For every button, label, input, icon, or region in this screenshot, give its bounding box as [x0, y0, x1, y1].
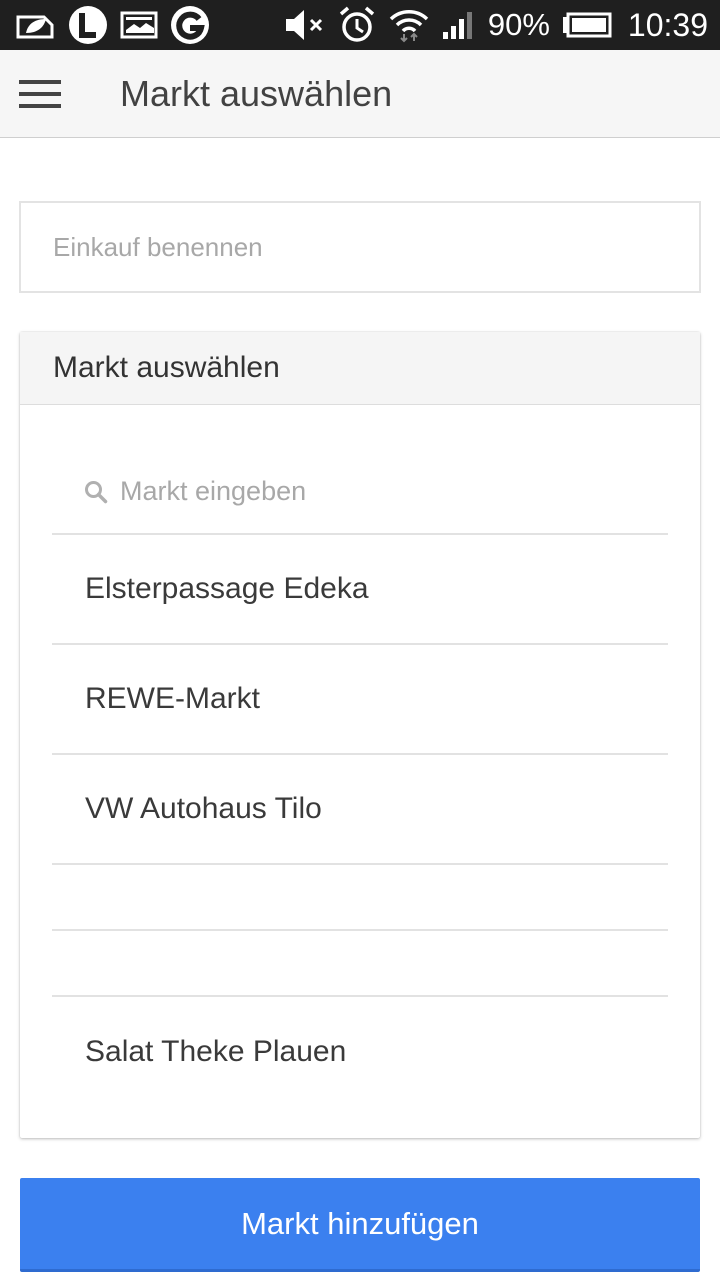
image-notification-icon: [120, 10, 158, 40]
purchase-name-input[interactable]: [19, 201, 701, 293]
card-header: Markt auswählen: [20, 332, 700, 405]
page-title: Markt auswählen: [120, 72, 393, 114]
list-item[interactable]: REWE-Markt: [52, 645, 668, 755]
clock: 10:39: [627, 6, 708, 43]
market-select-card: Markt auswählen Elsterpassage Edeka REWE…: [20, 332, 700, 1138]
signal-icon: [442, 10, 476, 40]
wifi-icon: [388, 7, 430, 43]
market-search-input[interactable]: [120, 476, 620, 507]
list-item[interactable]: Elsterpassage Edeka: [52, 535, 668, 645]
battery-percent: 90%: [487, 7, 550, 42]
mute-icon: [284, 8, 326, 42]
google-icon: [170, 5, 210, 45]
hamburger-menu-icon: [19, 79, 61, 108]
status-notifications: [14, 5, 210, 45]
alarm-icon: [338, 6, 376, 44]
l-app-icon: [68, 5, 108, 45]
list-item[interactable]: VW Autohaus Tilo: [52, 755, 668, 865]
list-item[interactable]: Salat Theke Plauen: [52, 997, 668, 1107]
list-item[interactable]: [52, 931, 668, 997]
app-bar: Markt auswählen: [0, 50, 720, 138]
add-market-button[interactable]: Markt hinzufügen: [20, 1178, 700, 1272]
status-system: 90% 10:39: [284, 6, 708, 44]
market-search-row[interactable]: [52, 450, 668, 535]
battery-icon: [562, 12, 612, 38]
market-list: Elsterpassage Edeka REWE-Markt VW Autoha…: [52, 535, 668, 1107]
status-bar: 90% 10:39: [0, 0, 720, 50]
leaf-notification-icon: [14, 9, 56, 41]
search-icon: [85, 480, 108, 503]
list-item[interactable]: [52, 865, 668, 931]
menu-button[interactable]: [0, 50, 80, 138]
